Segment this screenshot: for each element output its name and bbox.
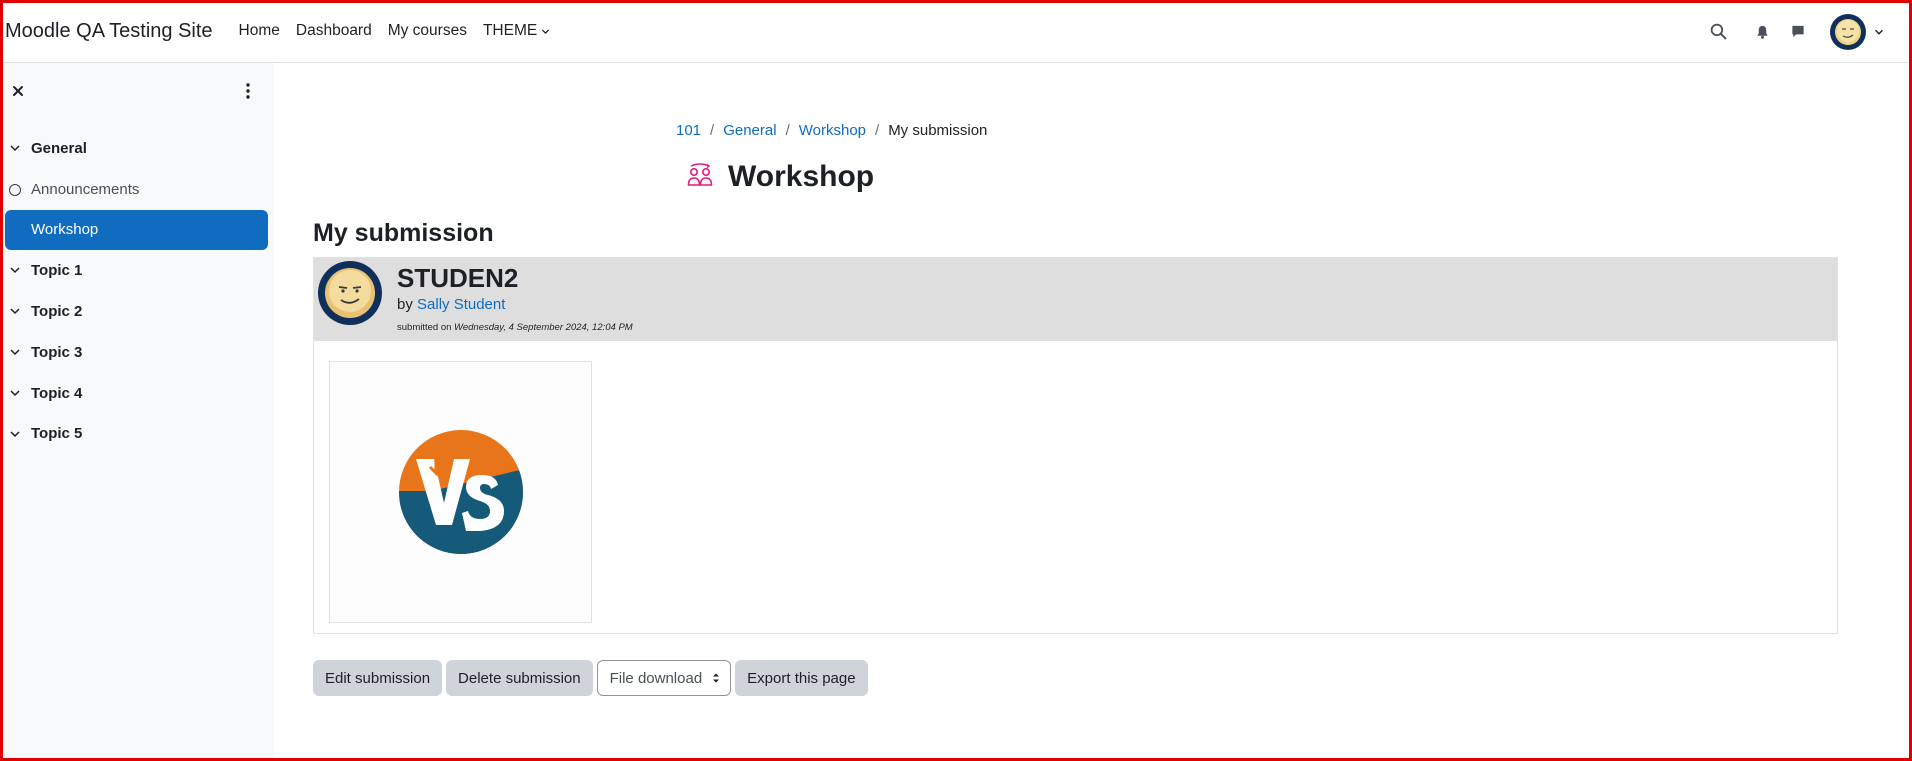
author-avatar[interactable] bbox=[318, 261, 382, 325]
course-index-drawer: General Announcements Workshop Topic 1 T… bbox=[0, 63, 274, 761]
author-avatar-image bbox=[325, 268, 375, 318]
section-label[interactable]: Topic 3 bbox=[31, 344, 82, 361]
my-submission-heading: My submission bbox=[313, 219, 494, 247]
top-navbar: Moodle QA Testing Site Home Dashboard My… bbox=[0, 0, 1912, 63]
activity-label[interactable]: Workshop bbox=[31, 221, 98, 238]
search-button[interactable] bbox=[1700, 14, 1736, 50]
submission-date: submitted on Wednesday, 4 September 2024… bbox=[397, 322, 633, 333]
nav-dashboard[interactable]: Dashboard bbox=[296, 22, 372, 40]
attachment-image[interactable] bbox=[329, 361, 592, 623]
page-title: Workshop bbox=[728, 160, 875, 193]
breadcrumb-separator: / bbox=[875, 121, 880, 139]
download-format-select[interactable]: File download bbox=[596, 660, 732, 696]
breadcrumb-course[interactable]: 101 bbox=[676, 122, 701, 139]
page-header: Workshop bbox=[686, 160, 874, 194]
submitted-datetime: Wednesday, 4 September 2024, 12:04 PM bbox=[454, 322, 633, 333]
course-section-topic-1[interactable]: Topic 1 bbox=[0, 250, 274, 291]
chevron-down-icon bbox=[542, 28, 550, 34]
bell-icon bbox=[1756, 25, 1768, 39]
nav-home[interactable]: Home bbox=[239, 22, 280, 40]
user-avatar-image bbox=[1835, 18, 1861, 45]
chevron-down-icon[interactable] bbox=[9, 142, 21, 154]
chevron-down-icon[interactable] bbox=[9, 387, 21, 399]
primary-navigation: Home Dashboard My courses THEME bbox=[239, 22, 567, 40]
workshop-icon bbox=[687, 163, 713, 186]
chevron-down-icon[interactable] bbox=[9, 346, 21, 358]
section-label[interactable]: Topic 4 bbox=[31, 385, 82, 402]
chevron-down-icon bbox=[1874, 29, 1884, 35]
select-arrows-icon bbox=[713, 673, 720, 683]
nav-my-courses[interactable]: My courses bbox=[388, 22, 467, 40]
author-prefix: by bbox=[397, 296, 413, 313]
chevron-down-icon[interactable] bbox=[9, 305, 21, 317]
delete-submission-button[interactable]: Delete submission bbox=[446, 660, 593, 696]
course-index: General Announcements Workshop Topic 1 T… bbox=[0, 128, 274, 454]
course-section-topic-2[interactable]: Topic 2 bbox=[0, 291, 274, 332]
drawer-header bbox=[0, 63, 274, 119]
chevron-down-icon[interactable] bbox=[9, 264, 21, 276]
course-section-general[interactable]: General bbox=[0, 128, 274, 169]
submission-title: STUDEN2 bbox=[397, 263, 519, 293]
navbar-right bbox=[1700, 0, 1884, 63]
site-name[interactable]: Moodle QA Testing Site bbox=[5, 20, 213, 43]
section-label[interactable]: Topic 5 bbox=[31, 425, 82, 442]
edit-submission-button[interactable]: Edit submission bbox=[313, 660, 443, 696]
user-menu[interactable] bbox=[1830, 13, 1884, 50]
messages-button[interactable] bbox=[1780, 14, 1816, 50]
course-section-topic-5[interactable]: Topic 5 bbox=[0, 414, 274, 455]
breadcrumb-separator: / bbox=[785, 121, 790, 139]
nav-theme-dropdown[interactable]: THEME bbox=[483, 22, 550, 40]
completion-circle-icon bbox=[9, 183, 21, 196]
author-link[interactable]: Sally Student bbox=[417, 296, 505, 313]
course-section-topic-3[interactable]: Topic 3 bbox=[0, 332, 274, 373]
nav-theme-label: THEME bbox=[482, 22, 538, 39]
close-icon[interactable] bbox=[10, 83, 26, 99]
download-format-value: File download bbox=[609, 669, 703, 687]
search-icon bbox=[1710, 23, 1726, 40]
activity-announcements[interactable]: Announcements bbox=[0, 169, 274, 210]
breadcrumb-separator: / bbox=[710, 121, 715, 139]
submission-author: by Sally Student bbox=[397, 296, 505, 313]
export-page-button[interactable]: Export this page bbox=[735, 660, 868, 696]
chevron-down-icon[interactable] bbox=[9, 428, 21, 440]
submission-header: STUDEN2 by Sally Student submitted on We… bbox=[314, 258, 1837, 341]
user-avatar bbox=[1830, 13, 1866, 50]
activity-workshop-current[interactable]: Workshop bbox=[5, 209, 268, 251]
course-section-topic-4[interactable]: Topic 4 bbox=[0, 373, 274, 414]
activity-label[interactable]: Announcements bbox=[31, 181, 139, 198]
more-vertical-icon[interactable] bbox=[240, 82, 256, 100]
breadcrumb-current: My submission bbox=[888, 121, 988, 139]
message-icon bbox=[1792, 25, 1804, 38]
section-label[interactable]: Topic 1 bbox=[31, 262, 82, 279]
notifications-button[interactable] bbox=[1744, 14, 1780, 50]
breadcrumb: 101 / General / Workshop / My submission bbox=[676, 118, 987, 142]
submission-card: STUDEN2 by Sally Student submitted on We… bbox=[313, 257, 1838, 634]
submission-actions: Edit submission Delete submission File d… bbox=[313, 660, 872, 696]
submitted-prefix: submitted on bbox=[397, 322, 452, 333]
vs-logo-image bbox=[398, 430, 523, 554]
section-label[interactable]: Topic 2 bbox=[31, 303, 82, 320]
breadcrumb-activity[interactable]: Workshop bbox=[799, 122, 866, 139]
breadcrumb-section[interactable]: General bbox=[723, 122, 776, 139]
section-label[interactable]: General bbox=[31, 140, 87, 157]
